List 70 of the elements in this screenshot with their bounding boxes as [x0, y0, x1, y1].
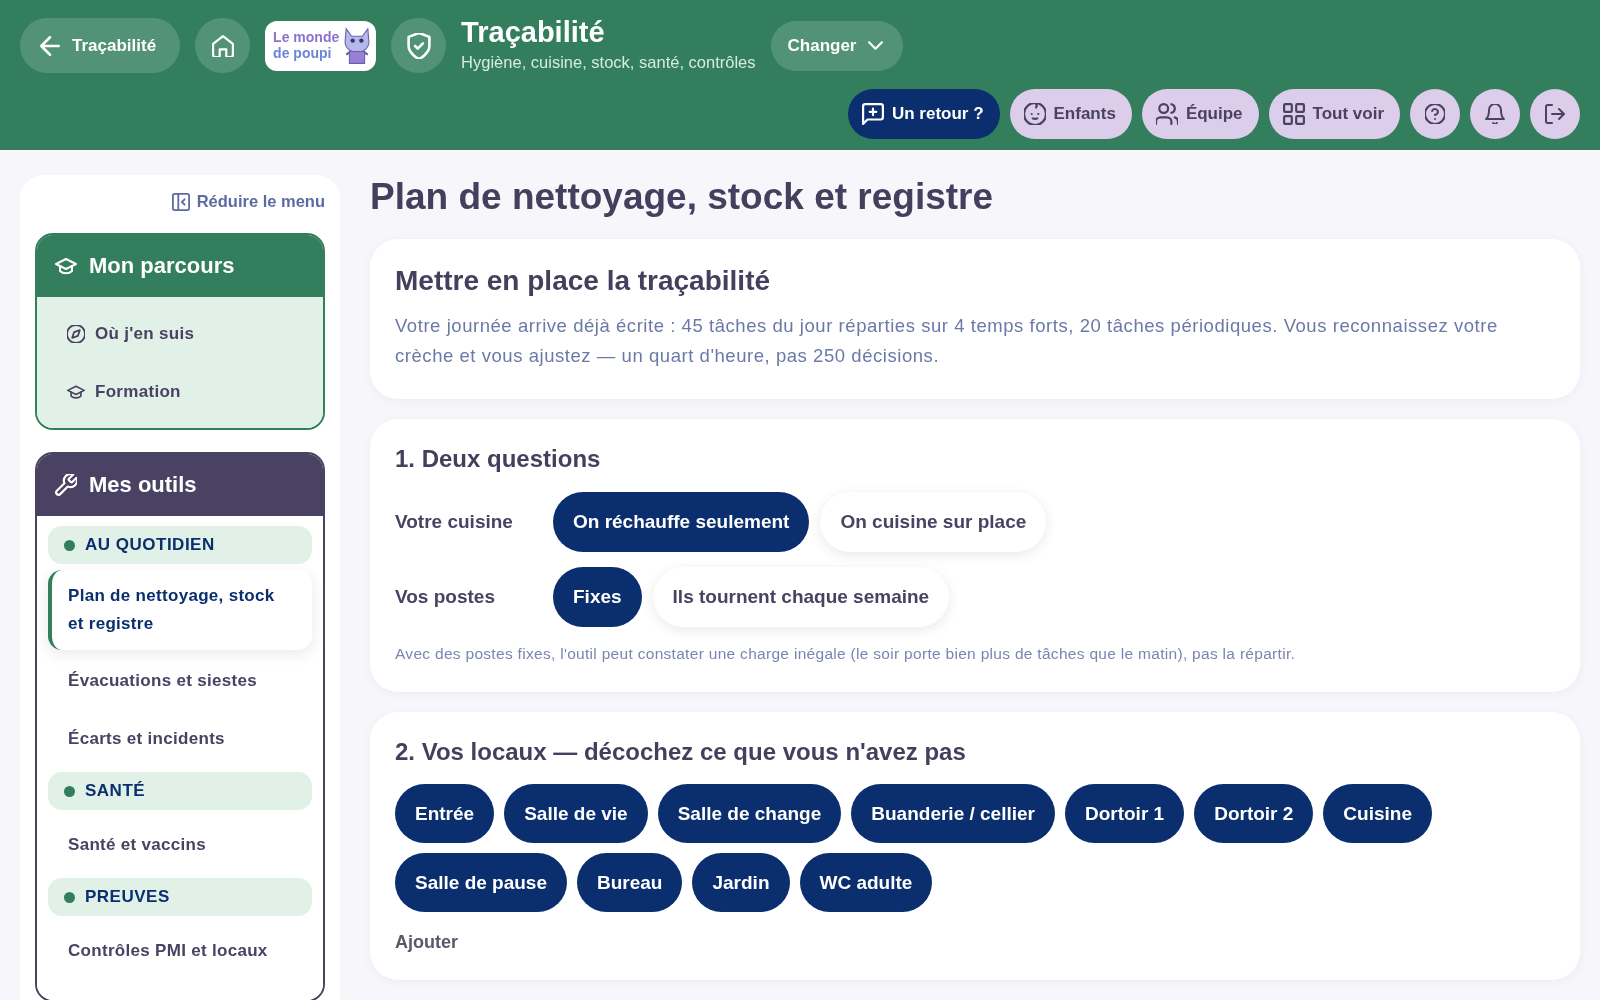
card-title: 2. Vos locaux — décochez ce que vous n'avez pas: [395, 737, 966, 767]
help-icon: [1425, 104, 1445, 124]
room-toggle[interactable]: Buanderie / cellier: [851, 784, 1055, 843]
room-toggle[interactable]: Entrée: [395, 784, 495, 843]
message-plus-icon: [861, 103, 884, 125]
status-dot-icon: [64, 891, 75, 903]
baby-face-icon: [1023, 103, 1046, 125]
panel-title: Mes outils: [89, 472, 197, 498]
section-title: SANTÉ: [85, 781, 146, 801]
page-title: Plan de nettoyage, stock et registre: [370, 175, 994, 219]
wrench-icon: [55, 474, 77, 496]
option-button[interactable]: On réchauffe seulement: [553, 492, 810, 552]
chevron-down-icon: [868, 38, 884, 53]
users-icon: [1155, 103, 1178, 125]
option-button[interactable]: Ils tournent chaque semaine: [652, 567, 950, 627]
status-dot-icon: [64, 539, 75, 551]
panel-title: Mon parcours: [89, 253, 235, 279]
switch-button[interactable]: Changer: [770, 20, 904, 71]
arrow-left-icon: [40, 35, 60, 56]
hint-text: Avec des postes fixes, l'outil peut constater une charge inégale (le soir porte bien plus de tâches que le matin), pas la répartir.: [395, 644, 1296, 664]
section-title: PREUVES: [85, 887, 170, 907]
question-label: Vos postes: [395, 586, 495, 608]
room-toggle[interactable]: Salle de pause: [395, 853, 567, 912]
home-icon: [211, 34, 234, 57]
module-subtitle: Hygiène, cuisine, stock, santé, contrôles: [461, 51, 756, 73]
room-toggle[interactable]: Dortoir 2: [1194, 784, 1314, 843]
feedback-button[interactable]: Un retour ?: [847, 89, 1000, 139]
help-button[interactable]: [1410, 89, 1460, 139]
add-label: Ajouter: [395, 931, 458, 954]
question-label: Votre cuisine: [395, 511, 513, 533]
logo-text: Le monde de poupi: [273, 30, 340, 61]
status-dot-icon: [64, 785, 75, 797]
sidebar-item[interactable]: Contrôles PMI et locaux: [48, 922, 312, 980]
grid-icon: [1282, 103, 1305, 125]
bell-icon: [1485, 104, 1505, 124]
graduation-cap-icon: [67, 383, 85, 401]
logo[interactable]: Le monde de poupi: [265, 20, 377, 71]
sidebar-item[interactable]: Santé et vaccins: [48, 816, 312, 874]
back-button[interactable]: Traçabilité: [20, 18, 181, 73]
section-title: AU QUOTIDIEN: [85, 535, 215, 555]
room-toggle[interactable]: WC adulte: [799, 853, 933, 912]
sidebar-collapse-icon: [171, 192, 190, 211]
room-toggle[interactable]: Salle de change: [657, 784, 842, 843]
nav-button[interactable]: Équipe: [1141, 89, 1259, 139]
intro-text: Votre journée arrive déjà écrite : 45 tâches du jour réparties sur 4 temps forts, 20 tâches périodiques. Vous reconnaissez votre crèche et vous ajustez — un quart d'heure, pas 250 décisions.: [395, 314, 1499, 368]
room-toggle[interactable]: Dortoir 1: [1064, 784, 1185, 843]
compass-icon: [67, 325, 85, 343]
room-toggle[interactable]: Cuisine: [1323, 784, 1432, 843]
sidebar-item[interactable]: Où j'en suis: [37, 305, 323, 363]
module-title: Traçabilité: [461, 14, 605, 49]
nav-button[interactable]: Enfants: [1009, 89, 1132, 139]
sidebar-item[interactable]: Écarts et incidents: [48, 710, 312, 768]
logout-icon: [1545, 104, 1565, 124]
sidebar-item[interactable]: Évacuations et siestes: [48, 652, 312, 710]
cat-mascot-icon: [344, 26, 371, 65]
option-button[interactable]: On cuisine sur place: [820, 492, 1047, 552]
logout-button[interactable]: [1530, 89, 1580, 139]
card-title: Mettre en place la traçabilité: [395, 264, 771, 298]
graduation-cap-icon: [55, 255, 77, 277]
notifications-button[interactable]: [1470, 89, 1520, 139]
collapse-menu-link[interactable]: Réduire le menu: [171, 192, 325, 211]
sidebar-item[interactable]: Formation: [37, 363, 323, 421]
room-toggle[interactable]: Bureau: [577, 853, 683, 912]
shield-check-icon: [405, 32, 432, 59]
room-toggle[interactable]: Jardin: [692, 853, 790, 912]
card-title: 1. Deux questions: [395, 444, 601, 474]
option-button[interactable]: Fixes: [553, 567, 642, 627]
sidebar-item[interactable]: Plan de nettoyage, stock et registre: [48, 570, 312, 650]
nav-button[interactable]: Tout voir: [1268, 89, 1400, 139]
room-toggle[interactable]: Salle de vie: [504, 784, 648, 843]
